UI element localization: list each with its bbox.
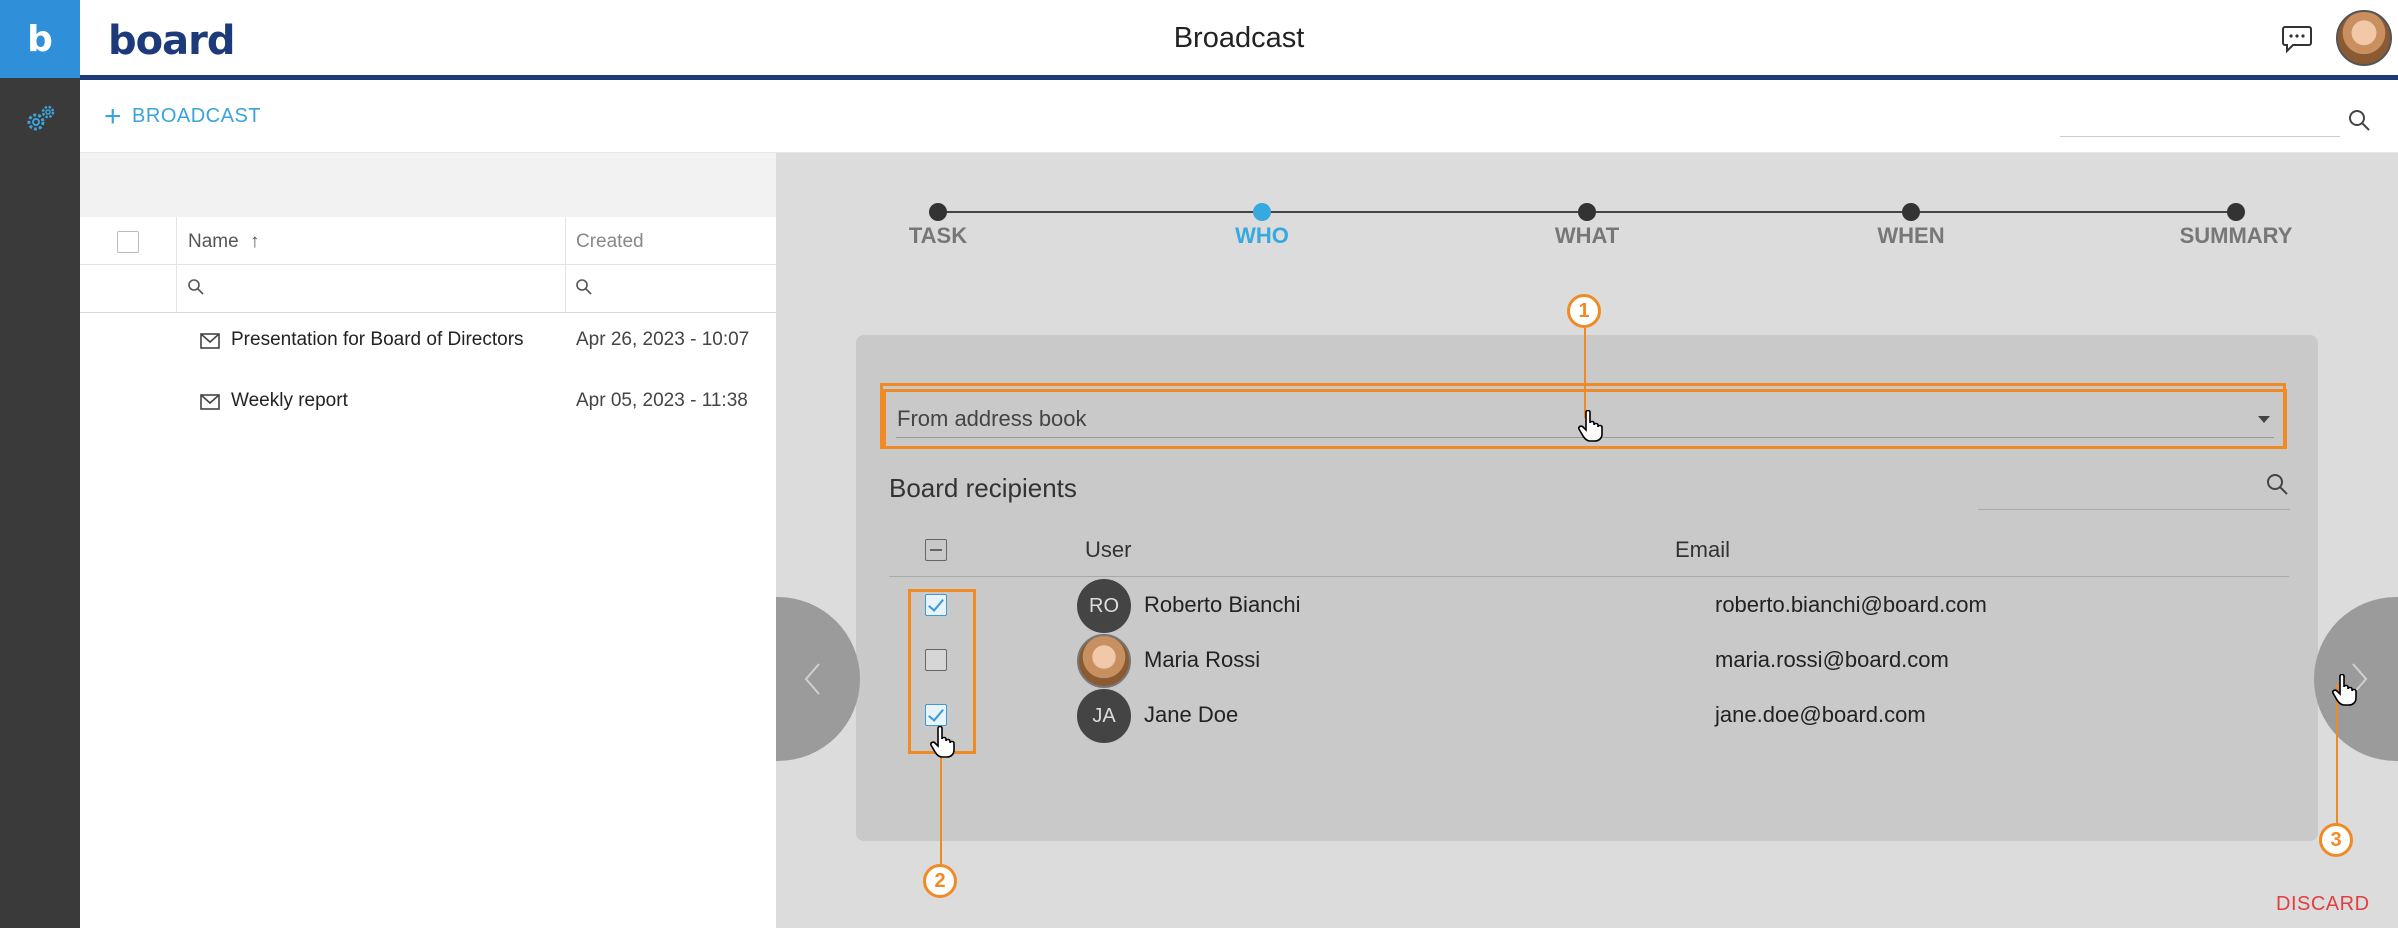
hand-cursor-icon bbox=[2332, 674, 2357, 706]
sort-asc-icon: ↑ bbox=[249, 231, 260, 252]
recipient-row[interactable]: JA Jane Doe jane.doe@board.com bbox=[889, 688, 2289, 743]
app-logo[interactable]: b bbox=[0, 0, 80, 78]
callout-leader-1 bbox=[1584, 328, 1586, 418]
filter-row bbox=[80, 265, 776, 313]
chat-icon[interactable] bbox=[2280, 24, 2314, 54]
search-icon[interactable] bbox=[2264, 471, 2290, 497]
recipients-search-input[interactable] bbox=[1978, 478, 2290, 510]
step-who-dot[interactable] bbox=[1253, 203, 1271, 221]
column-created-header[interactable]: Created bbox=[576, 231, 644, 253]
callout-leader-3 bbox=[2336, 684, 2338, 840]
search-input[interactable] bbox=[2060, 107, 2340, 137]
plus-icon: + bbox=[104, 99, 123, 133]
hand-cursor-icon bbox=[1578, 410, 1603, 442]
email-column-header: Email bbox=[1675, 537, 1731, 562]
callout-2: 2 bbox=[923, 864, 957, 898]
column-name-header[interactable]: Name ↑ bbox=[188, 231, 259, 253]
chevron-left-icon bbox=[804, 663, 820, 695]
recipient-email: jane.doe@board.com bbox=[1715, 702, 1926, 727]
settings-gear-icon[interactable] bbox=[20, 100, 60, 140]
avatar: RO bbox=[1077, 579, 1131, 633]
add-broadcast-label: BROADCAST bbox=[132, 105, 261, 127]
recipient-email: roberto.bianchi@board.com bbox=[1715, 592, 1987, 617]
user-column-header: User bbox=[1085, 537, 1132, 562]
recipient-name: Roberto Bianchi bbox=[1144, 592, 1301, 617]
top-bar: board Broadcast bbox=[80, 0, 2398, 80]
callout-1: 1 bbox=[1567, 294, 1601, 328]
toolbar: + BROADCAST bbox=[80, 85, 2398, 153]
page-title: Broadcast bbox=[1173, 22, 1305, 54]
step-task-dot[interactable] bbox=[929, 203, 947, 221]
list-header: Name ↑ Created bbox=[80, 217, 776, 265]
wizard-panel: TASK WHO WHAT WHEN SUMMARY From address … bbox=[776, 153, 2398, 928]
step-summary[interactable]: SUMMARY bbox=[2180, 223, 2293, 249]
avatar: JA bbox=[1077, 689, 1131, 743]
step-who[interactable]: WHO bbox=[1235, 223, 1289, 249]
recipients-title: Board recipients bbox=[889, 473, 1077, 503]
broadcast-created: Apr 05, 2023 - 11:38 bbox=[576, 390, 748, 411]
recipient-row[interactable]: RO Roberto Bianchi roberto.bianchi@board… bbox=[889, 578, 2289, 633]
mail-icon bbox=[200, 333, 220, 349]
step-what-dot[interactable] bbox=[1578, 203, 1596, 221]
step-when-dot[interactable] bbox=[1902, 203, 1920, 221]
callout-3: 3 bbox=[2319, 823, 2353, 857]
step-when[interactable]: WHEN bbox=[1877, 223, 1944, 249]
select-all-checkbox[interactable] bbox=[117, 231, 139, 253]
filter-name-search-icon[interactable] bbox=[186, 277, 206, 297]
callout-leader-2 bbox=[940, 754, 942, 866]
list-toolbar-strip bbox=[80, 153, 776, 217]
step-task[interactable]: TASK bbox=[909, 223, 967, 249]
broadcast-name: Weekly report bbox=[231, 390, 348, 411]
add-broadcast-button[interactable]: + BROADCAST bbox=[104, 99, 261, 133]
list-item[interactable]: Weekly report Apr 05, 2023 - 11:38 bbox=[80, 374, 776, 434]
previous-step-button[interactable] bbox=[776, 597, 860, 761]
recipient-name: Maria Rossi bbox=[1144, 647, 1261, 672]
mail-icon bbox=[200, 394, 220, 410]
hand-cursor-icon bbox=[930, 726, 955, 758]
broadcast-created: Apr 26, 2023 - 10:07 bbox=[576, 329, 750, 350]
discard-button[interactable]: DISCARD bbox=[2276, 893, 2370, 916]
broadcast-name: Presentation for Board of Directors bbox=[231, 329, 524, 350]
select-all-recipients-checkbox[interactable] bbox=[925, 539, 947, 561]
recipient-email: maria.rossi@board.com bbox=[1715, 647, 1949, 672]
app-rail: b bbox=[0, 0, 80, 928]
user-avatar[interactable] bbox=[2336, 10, 2392, 66]
recipient-row[interactable]: Maria Rossi maria.rossi@board.com bbox=[889, 633, 2289, 688]
avatar bbox=[1077, 634, 1131, 688]
step-summary-dot[interactable] bbox=[2227, 203, 2245, 221]
recipient-name: Jane Doe bbox=[1144, 702, 1239, 727]
broadcast-list: Name ↑ Created Presentation for Board of… bbox=[80, 153, 776, 928]
filter-created-search-icon[interactable] bbox=[574, 277, 594, 297]
step-what[interactable]: WHAT bbox=[1555, 223, 1619, 249]
search-icon[interactable] bbox=[2346, 107, 2372, 133]
recipients-table-header: User Email bbox=[889, 531, 2289, 577]
list-item[interactable]: Presentation for Board of Directors Apr … bbox=[80, 313, 776, 373]
